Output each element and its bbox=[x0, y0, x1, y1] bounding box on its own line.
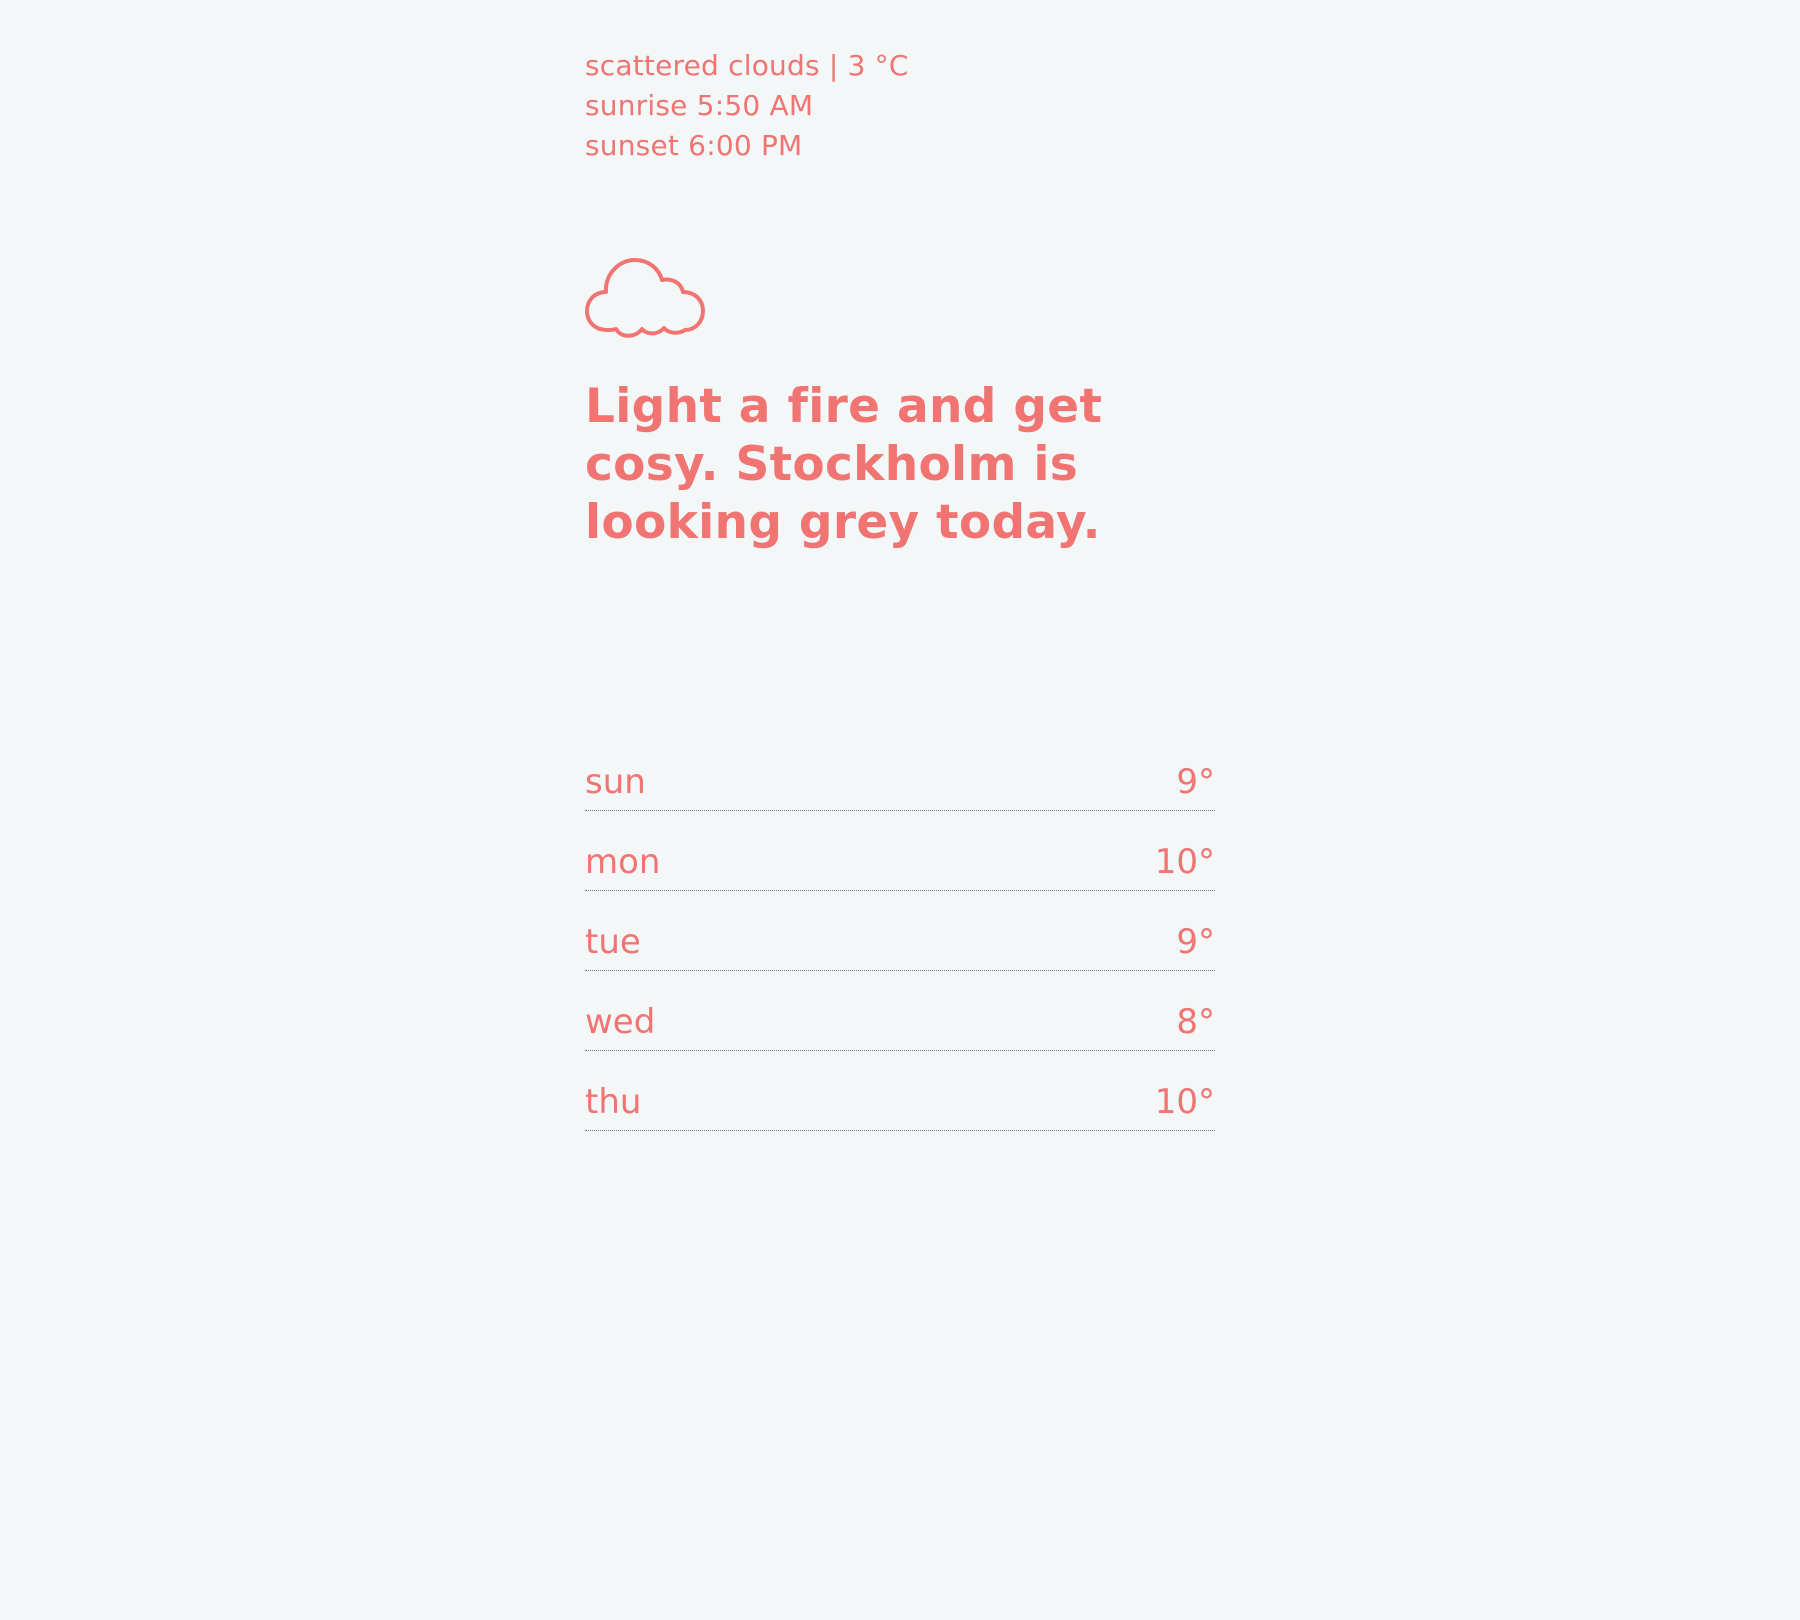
condition-text: scattered clouds | 3 °C bbox=[585, 49, 909, 82]
weather-app: scattered clouds | 3 °C sunrise 5:50 AM … bbox=[585, 46, 1215, 1131]
weather-summary: scattered clouds | 3 °C sunrise 5:50 AM … bbox=[585, 46, 1215, 166]
forecast-row: wed 8° bbox=[585, 971, 1215, 1051]
sunrise-text: sunrise 5:50 AM bbox=[585, 89, 814, 122]
forecast-day: wed bbox=[585, 1002, 656, 1042]
weather-headline: Light a fire and get cosy. Stockholm is … bbox=[585, 379, 1103, 550]
forecast-day: sun bbox=[585, 762, 646, 802]
cloud-icon bbox=[585, 250, 707, 338]
forecast-temp: 8° bbox=[1176, 1002, 1215, 1042]
forecast-row: thu 10° bbox=[585, 1051, 1215, 1131]
forecast-temp: 10° bbox=[1154, 1082, 1215, 1122]
forecast-day: tue bbox=[585, 922, 641, 962]
forecast-temp: 9° bbox=[1176, 762, 1215, 802]
forecast-day: thu bbox=[585, 1082, 642, 1122]
forecast-row: tue 9° bbox=[585, 891, 1215, 971]
forecast-list: sun 9° mon 10° tue 9° wed 8° thu 10° bbox=[585, 742, 1215, 1131]
forecast-temp: 10° bbox=[1154, 842, 1215, 882]
sunset-text: sunset 6:00 PM bbox=[585, 129, 803, 162]
forecast-temp: 9° bbox=[1176, 922, 1215, 962]
forecast-row: sun 9° bbox=[585, 742, 1215, 811]
forecast-day: mon bbox=[585, 842, 661, 882]
forecast-row: mon 10° bbox=[585, 811, 1215, 891]
